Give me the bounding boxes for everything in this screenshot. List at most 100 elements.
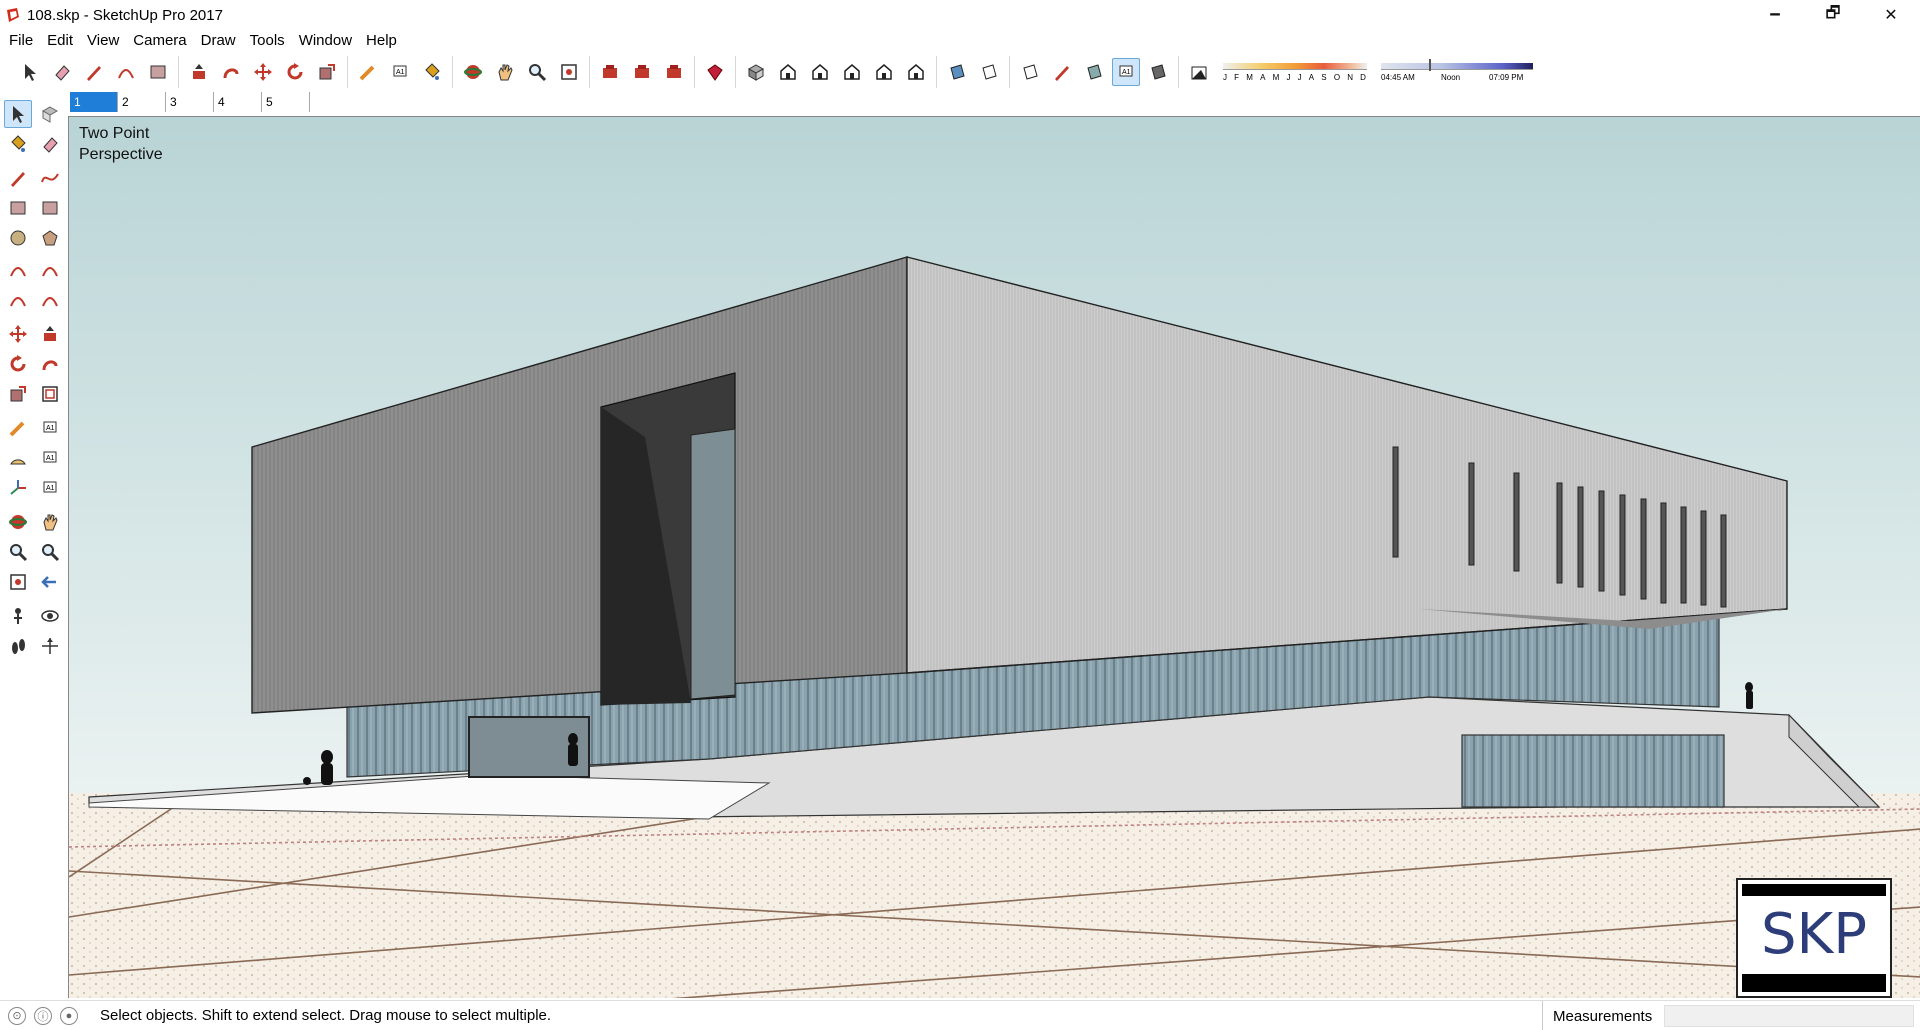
follow-me-icon[interactable] xyxy=(217,58,245,86)
geo-location-icon[interactable]: ⊙ xyxy=(8,1006,26,1025)
drawing-area[interactable]: Two Point Perspective SKP xyxy=(68,116,1920,998)
time-slider[interactable]: 04:45 AM Noon 07:09 PM xyxy=(1381,59,1533,85)
dimension-icon[interactable]: A1 xyxy=(36,414,64,442)
extension-warehouse-icon-glyph xyxy=(635,65,649,78)
back-view-icon[interactable] xyxy=(870,58,898,86)
menu-camera[interactable]: Camera xyxy=(126,30,193,52)
position-camera-icon[interactable] xyxy=(4,602,32,630)
eraser-tool-icon[interactable] xyxy=(48,58,76,86)
two-point-arc-icon[interactable] xyxy=(36,256,64,284)
credits-icon[interactable]: ⓘ xyxy=(34,1006,52,1025)
zoom-window-icon[interactable] xyxy=(36,538,64,566)
minimize-button[interactable]: 🗕 xyxy=(1746,0,1804,30)
main-toolbar: A1 A1 J F M A M J J A S O N D 04:45 AM Noon 07:09 PM xyxy=(0,54,1920,90)
iso-view-icon[interactable] xyxy=(742,58,770,86)
tool-row xyxy=(4,164,68,192)
section-plane-icon[interactable] xyxy=(36,632,64,660)
measurements-input[interactable] xyxy=(1664,1005,1915,1027)
menu-file[interactable]: File xyxy=(2,30,40,52)
ruby-console-icon[interactable] xyxy=(701,58,729,86)
tape-measure-icon[interactable] xyxy=(354,58,382,86)
zoom-extents-icon[interactable] xyxy=(4,568,32,596)
monochrome-icon[interactable] xyxy=(1144,58,1172,86)
time-slider-thumb[interactable] xyxy=(1429,59,1431,71)
push-pull-icon[interactable] xyxy=(36,320,64,348)
follow-me-icon[interactable] xyxy=(36,350,64,378)
shape-dropdown-icon[interactable] xyxy=(144,58,172,86)
orbit-icon[interactable] xyxy=(459,58,487,86)
three-point-arc-icon[interactable] xyxy=(4,286,32,314)
text-icon[interactable]: A1 xyxy=(36,444,64,472)
scene-tab[interactable]: 4 xyxy=(214,92,262,112)
circle-icon[interactable] xyxy=(4,224,32,252)
user-account-icon[interactable]: ● xyxy=(60,1006,78,1025)
shaded-textures-icon[interactable]: A1 xyxy=(1112,58,1140,86)
scene-tab[interactable]: 5 xyxy=(262,92,310,112)
menu-draw[interactable]: Draw xyxy=(194,30,243,52)
model-view[interactable] xyxy=(69,117,1920,998)
pan-icon[interactable] xyxy=(36,508,64,536)
arc-dropdown-icon[interactable] xyxy=(112,58,140,86)
orbit-icon[interactable] xyxy=(4,508,32,536)
pie-icon[interactable] xyxy=(36,286,64,314)
move-icon[interactable] xyxy=(249,58,277,86)
push-pull-icon[interactable] xyxy=(185,58,213,86)
scale-icon[interactable] xyxy=(4,380,32,408)
scene-tab[interactable]: 1 xyxy=(70,92,118,112)
maximize-button[interactable]: 🗗 xyxy=(1804,0,1862,30)
paint-bucket-icon[interactable] xyxy=(418,58,446,86)
paint-bucket-icon[interactable] xyxy=(4,130,32,158)
look-around-icon[interactable] xyxy=(36,602,64,630)
3d-text-icon[interactable]: A1 xyxy=(36,474,64,502)
line-icon[interactable] xyxy=(4,164,32,192)
polygon-icon[interactable] xyxy=(36,224,64,252)
arc-icon[interactable] xyxy=(4,256,32,284)
pencil-dropdown-icon[interactable] xyxy=(80,58,108,86)
scale-icon[interactable] xyxy=(313,58,341,86)
3d-warehouse-icon[interactable] xyxy=(596,58,624,86)
layout-icon[interactable] xyxy=(660,58,688,86)
previous-view-icon[interactable] xyxy=(36,568,64,596)
back-edges-icon[interactable] xyxy=(975,58,1003,86)
shaded-icon[interactable] xyxy=(1080,58,1108,86)
pan-icon[interactable] xyxy=(491,58,519,86)
rectangle-icon[interactable] xyxy=(4,194,32,222)
scene-tab[interactable]: 2 xyxy=(118,92,166,112)
hidden-line-icon[interactable] xyxy=(1048,58,1076,86)
shadow-settings-widget[interactable]: J F M A M J J A S O N D 04:45 AM Noon 07:09 PM xyxy=(1223,56,1533,88)
tape-measure-icon[interactable] xyxy=(4,414,32,442)
eraser-icon[interactable] xyxy=(36,130,64,158)
text-tool-icon[interactable]: A1 xyxy=(386,58,414,86)
left-view-icon[interactable] xyxy=(902,58,930,86)
zoom-icon[interactable] xyxy=(523,58,551,86)
menu-tools[interactable]: Tools xyxy=(243,30,292,52)
component-icon[interactable] xyxy=(36,100,64,128)
rotated-rectangle-icon[interactable] xyxy=(36,194,64,222)
xray-icon[interactable] xyxy=(943,58,971,86)
protractor-icon[interactable] xyxy=(4,444,32,472)
menu-view[interactable]: View xyxy=(80,30,126,52)
wireframe-icon[interactable] xyxy=(1016,58,1044,86)
rotate-icon[interactable] xyxy=(281,58,309,86)
freehand-icon[interactable] xyxy=(36,164,64,192)
front-view-icon[interactable] xyxy=(806,58,834,86)
right-view-icon[interactable] xyxy=(838,58,866,86)
select-icon[interactable] xyxy=(4,100,32,128)
scene-tab[interactable]: 3 xyxy=(166,92,214,112)
month-slider[interactable]: JFMAMJJASOND xyxy=(1223,59,1367,85)
walk-icon[interactable] xyxy=(4,632,32,660)
menu-help[interactable]: Help xyxy=(359,30,404,52)
axes-icon[interactable] xyxy=(4,474,32,502)
rotate-icon[interactable] xyxy=(4,350,32,378)
close-button[interactable]: ✕ xyxy=(1862,0,1920,30)
top-view-icon[interactable] xyxy=(774,58,802,86)
move-icon[interactable] xyxy=(4,320,32,348)
extension-warehouse-icon[interactable] xyxy=(628,58,656,86)
offset-icon[interactable] xyxy=(36,380,64,408)
shadows-icon[interactable] xyxy=(1185,58,1213,86)
select-tool-icon[interactable] xyxy=(16,58,44,86)
zoom-icon[interactable] xyxy=(4,538,32,566)
menu-window[interactable]: Window xyxy=(292,30,359,52)
zoom-extents-icon[interactable] xyxy=(555,58,583,86)
menu-edit[interactable]: Edit xyxy=(40,30,80,52)
